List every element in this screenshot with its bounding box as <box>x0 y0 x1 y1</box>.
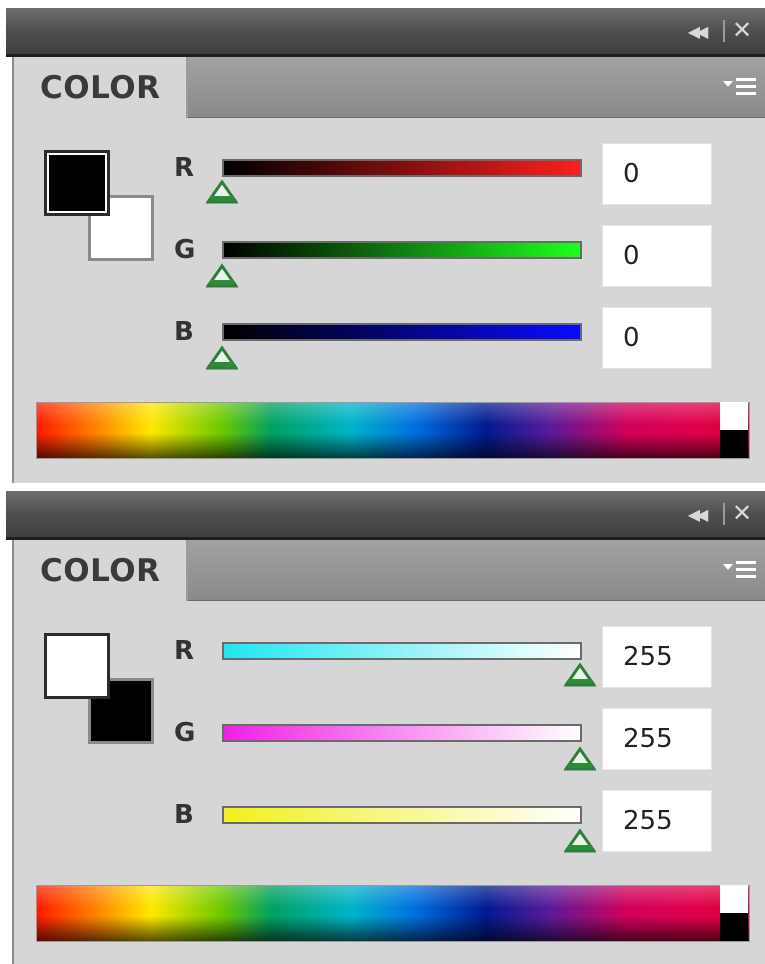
panel-title-bar[interactable]: ◀◀ ✕ <box>6 8 765 57</box>
slider-thumb-b[interactable] <box>564 828 596 854</box>
value-input-g[interactable] <box>602 708 712 770</box>
value-input-b[interactable] <box>602 307 712 369</box>
slider-thumb-b[interactable] <box>206 345 238 371</box>
spectrum-black-swatch[interactable] <box>720 430 748 458</box>
color-panel-2: ◀◀ ✕ COLOR R G B <box>0 483 765 964</box>
channel-label-r: R <box>174 153 195 183</box>
channel-label-b: B <box>174 800 194 830</box>
title-bar-separator <box>723 503 725 525</box>
spectrum-white-swatch[interactable] <box>720 885 748 913</box>
slider-b[interactable] <box>222 806 582 824</box>
panel-body: COLOR R G B <box>12 540 765 964</box>
channel-label-g: G <box>174 718 196 748</box>
slider-thumb-g[interactable] <box>206 263 238 289</box>
slider-r[interactable] <box>222 159 582 177</box>
slider-thumb-g[interactable] <box>564 746 596 772</box>
panel-menu-icon[interactable] <box>721 552 759 588</box>
slider-thumb-r[interactable] <box>206 179 238 205</box>
foreground-color-swatch[interactable] <box>44 633 110 699</box>
color-panel-1: ◀◀ ✕ COLOR R G B <box>0 0 765 483</box>
foreground-color-swatch[interactable] <box>44 150 110 216</box>
spectrum-black-swatch[interactable] <box>720 913 748 941</box>
collapse-icon[interactable]: ◀◀ <box>681 499 711 529</box>
panel-body: COLOR R G B <box>12 57 765 483</box>
value-input-r[interactable] <box>602 143 712 205</box>
slider-thumb-r[interactable] <box>564 662 596 688</box>
channel-label-b: B <box>174 317 194 347</box>
close-icon[interactable]: ✕ <box>727 14 757 46</box>
title-bar-separator <box>723 20 725 42</box>
slider-r[interactable] <box>222 642 582 660</box>
channel-label-g: G <box>174 235 196 265</box>
channel-label-r: R <box>174 636 195 666</box>
value-input-b[interactable] <box>602 790 712 852</box>
value-input-r[interactable] <box>602 626 712 688</box>
color-spectrum-ramp[interactable] <box>36 885 750 942</box>
tab-color[interactable]: COLOR <box>14 540 188 601</box>
spectrum-white-swatch[interactable] <box>720 402 748 430</box>
tab-strip: COLOR <box>14 57 765 118</box>
slider-g[interactable] <box>222 241 582 259</box>
tab-color[interactable]: COLOR <box>14 57 188 118</box>
slider-b[interactable] <box>222 323 582 341</box>
close-icon[interactable]: ✕ <box>727 497 757 529</box>
tab-strip: COLOR <box>14 540 765 601</box>
panel-menu-icon[interactable] <box>721 69 759 105</box>
color-spectrum-ramp[interactable] <box>36 402 750 459</box>
collapse-icon[interactable]: ◀◀ <box>681 16 711 46</box>
value-input-g[interactable] <box>602 225 712 287</box>
panel-title-bar[interactable]: ◀◀ ✕ <box>6 491 765 540</box>
slider-g[interactable] <box>222 724 582 742</box>
